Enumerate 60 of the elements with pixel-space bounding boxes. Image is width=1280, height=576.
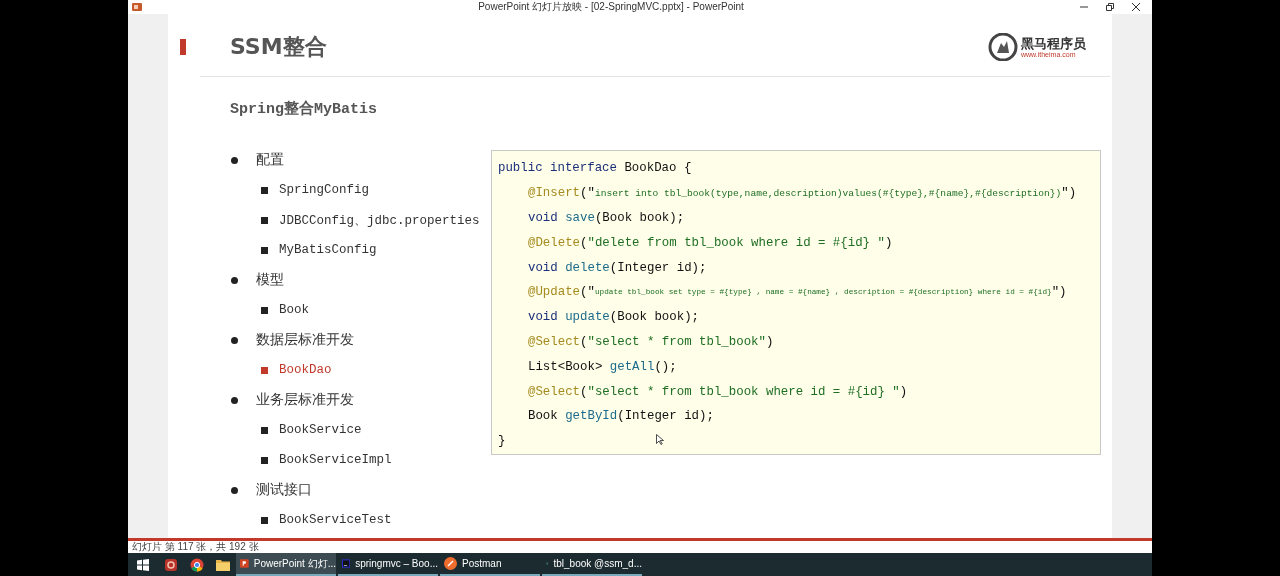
code-line: void delete(Integer id); xyxy=(527,259,707,277)
square-bullet-icon xyxy=(261,426,268,434)
outline-subitem: MyBatisConfig xyxy=(279,243,377,257)
taskbar-button[interactable]: Postman xyxy=(440,553,540,576)
outline-item: 配置 xyxy=(256,151,284,169)
window-title: PowerPoint 幻灯片放映 - [02-SpringMVC.pptx] - PowerPoint xyxy=(477,0,745,14)
outline-subitem: JDBCConfig、jdbc.properties xyxy=(279,212,480,229)
taskbar-button[interactable]: PowerPoint 幻灯... xyxy=(236,553,336,576)
taskbar-button[interactable]: springmvc – Boo... xyxy=(338,553,438,576)
bullet-icon xyxy=(231,156,238,164)
outline-item: 测试接口 xyxy=(256,481,312,499)
bullet-icon xyxy=(231,486,238,494)
code-line: @Select("select * from tbl_book") xyxy=(527,333,774,351)
code-line: @Select("select * from tbl_book where id = #{id} ") xyxy=(527,383,908,401)
square-bullet-icon xyxy=(261,306,268,314)
postman-app-icon xyxy=(444,557,457,570)
code-line: } xyxy=(498,433,506,451)
slide-subtitle: Spring整合MyBatis xyxy=(230,99,379,118)
slide-title: SSM整合 xyxy=(230,33,328,61)
square-bullet-icon xyxy=(261,246,268,254)
chrome-icon[interactable] xyxy=(190,557,204,572)
square-bullet-icon xyxy=(261,456,268,464)
minimize-icon[interactable] xyxy=(1080,3,1088,11)
app-icon xyxy=(132,3,142,11)
outline-subitem: BookServiceTest xyxy=(279,513,392,527)
outline-subitem: BookDao xyxy=(279,363,332,377)
outline-item: 业务层标准开发 xyxy=(256,391,354,409)
outline-subitem: BookServiceImpl xyxy=(279,453,392,467)
code-line: List<Book> getAll(); xyxy=(527,358,677,376)
code-line: @Delete("delete from tbl_book where id = #{id} ") xyxy=(527,234,893,252)
outline-subitem: BookService xyxy=(279,423,362,437)
logo-name: 黑马程序员 xyxy=(1021,36,1086,51)
square-bullet-icon xyxy=(261,186,268,194)
accent-bar xyxy=(180,39,186,55)
bullet-icon xyxy=(231,336,238,344)
square-bullet-icon xyxy=(261,216,268,224)
bullet-icon xyxy=(231,276,238,284)
restore-icon[interactable] xyxy=(1106,3,1114,11)
app-icon[interactable] xyxy=(164,557,178,572)
code-line: void update(Book book); xyxy=(527,309,700,327)
outline-item: 模型 xyxy=(256,271,284,289)
code-line: public interface BookDao { xyxy=(498,160,692,178)
slide-counter: 幻灯片 第 117 张，共 192 张 xyxy=(132,540,259,554)
code-line: @Insert("insert into tbl_book(type,name,description)values(#{type},#{name},#{description})") xyxy=(527,185,1077,203)
square-bullet-icon xyxy=(261,366,268,374)
outline-item: 数据层标准开发 xyxy=(256,331,354,349)
outline-subitem: Book xyxy=(279,303,309,317)
mouse-cursor-icon xyxy=(656,434,664,445)
close-icon[interactable] xyxy=(1132,3,1140,11)
presentation-app-icon xyxy=(240,557,249,570)
bullet-icon xyxy=(231,396,238,404)
square-bullet-icon xyxy=(261,516,268,524)
windows-logo-icon[interactable] xyxy=(137,558,149,571)
horse-logo-icon xyxy=(988,33,1018,61)
folder-icon[interactable] xyxy=(216,558,230,571)
code-line: Book getById(Integer id); xyxy=(527,408,714,426)
code-line: void save(Book book); xyxy=(527,210,685,227)
taskbar-button[interactable]: tbl_book @ssm_d... xyxy=(542,553,642,576)
outline-subitem: SpringConfig xyxy=(279,183,369,197)
ide-app-icon xyxy=(342,557,351,570)
